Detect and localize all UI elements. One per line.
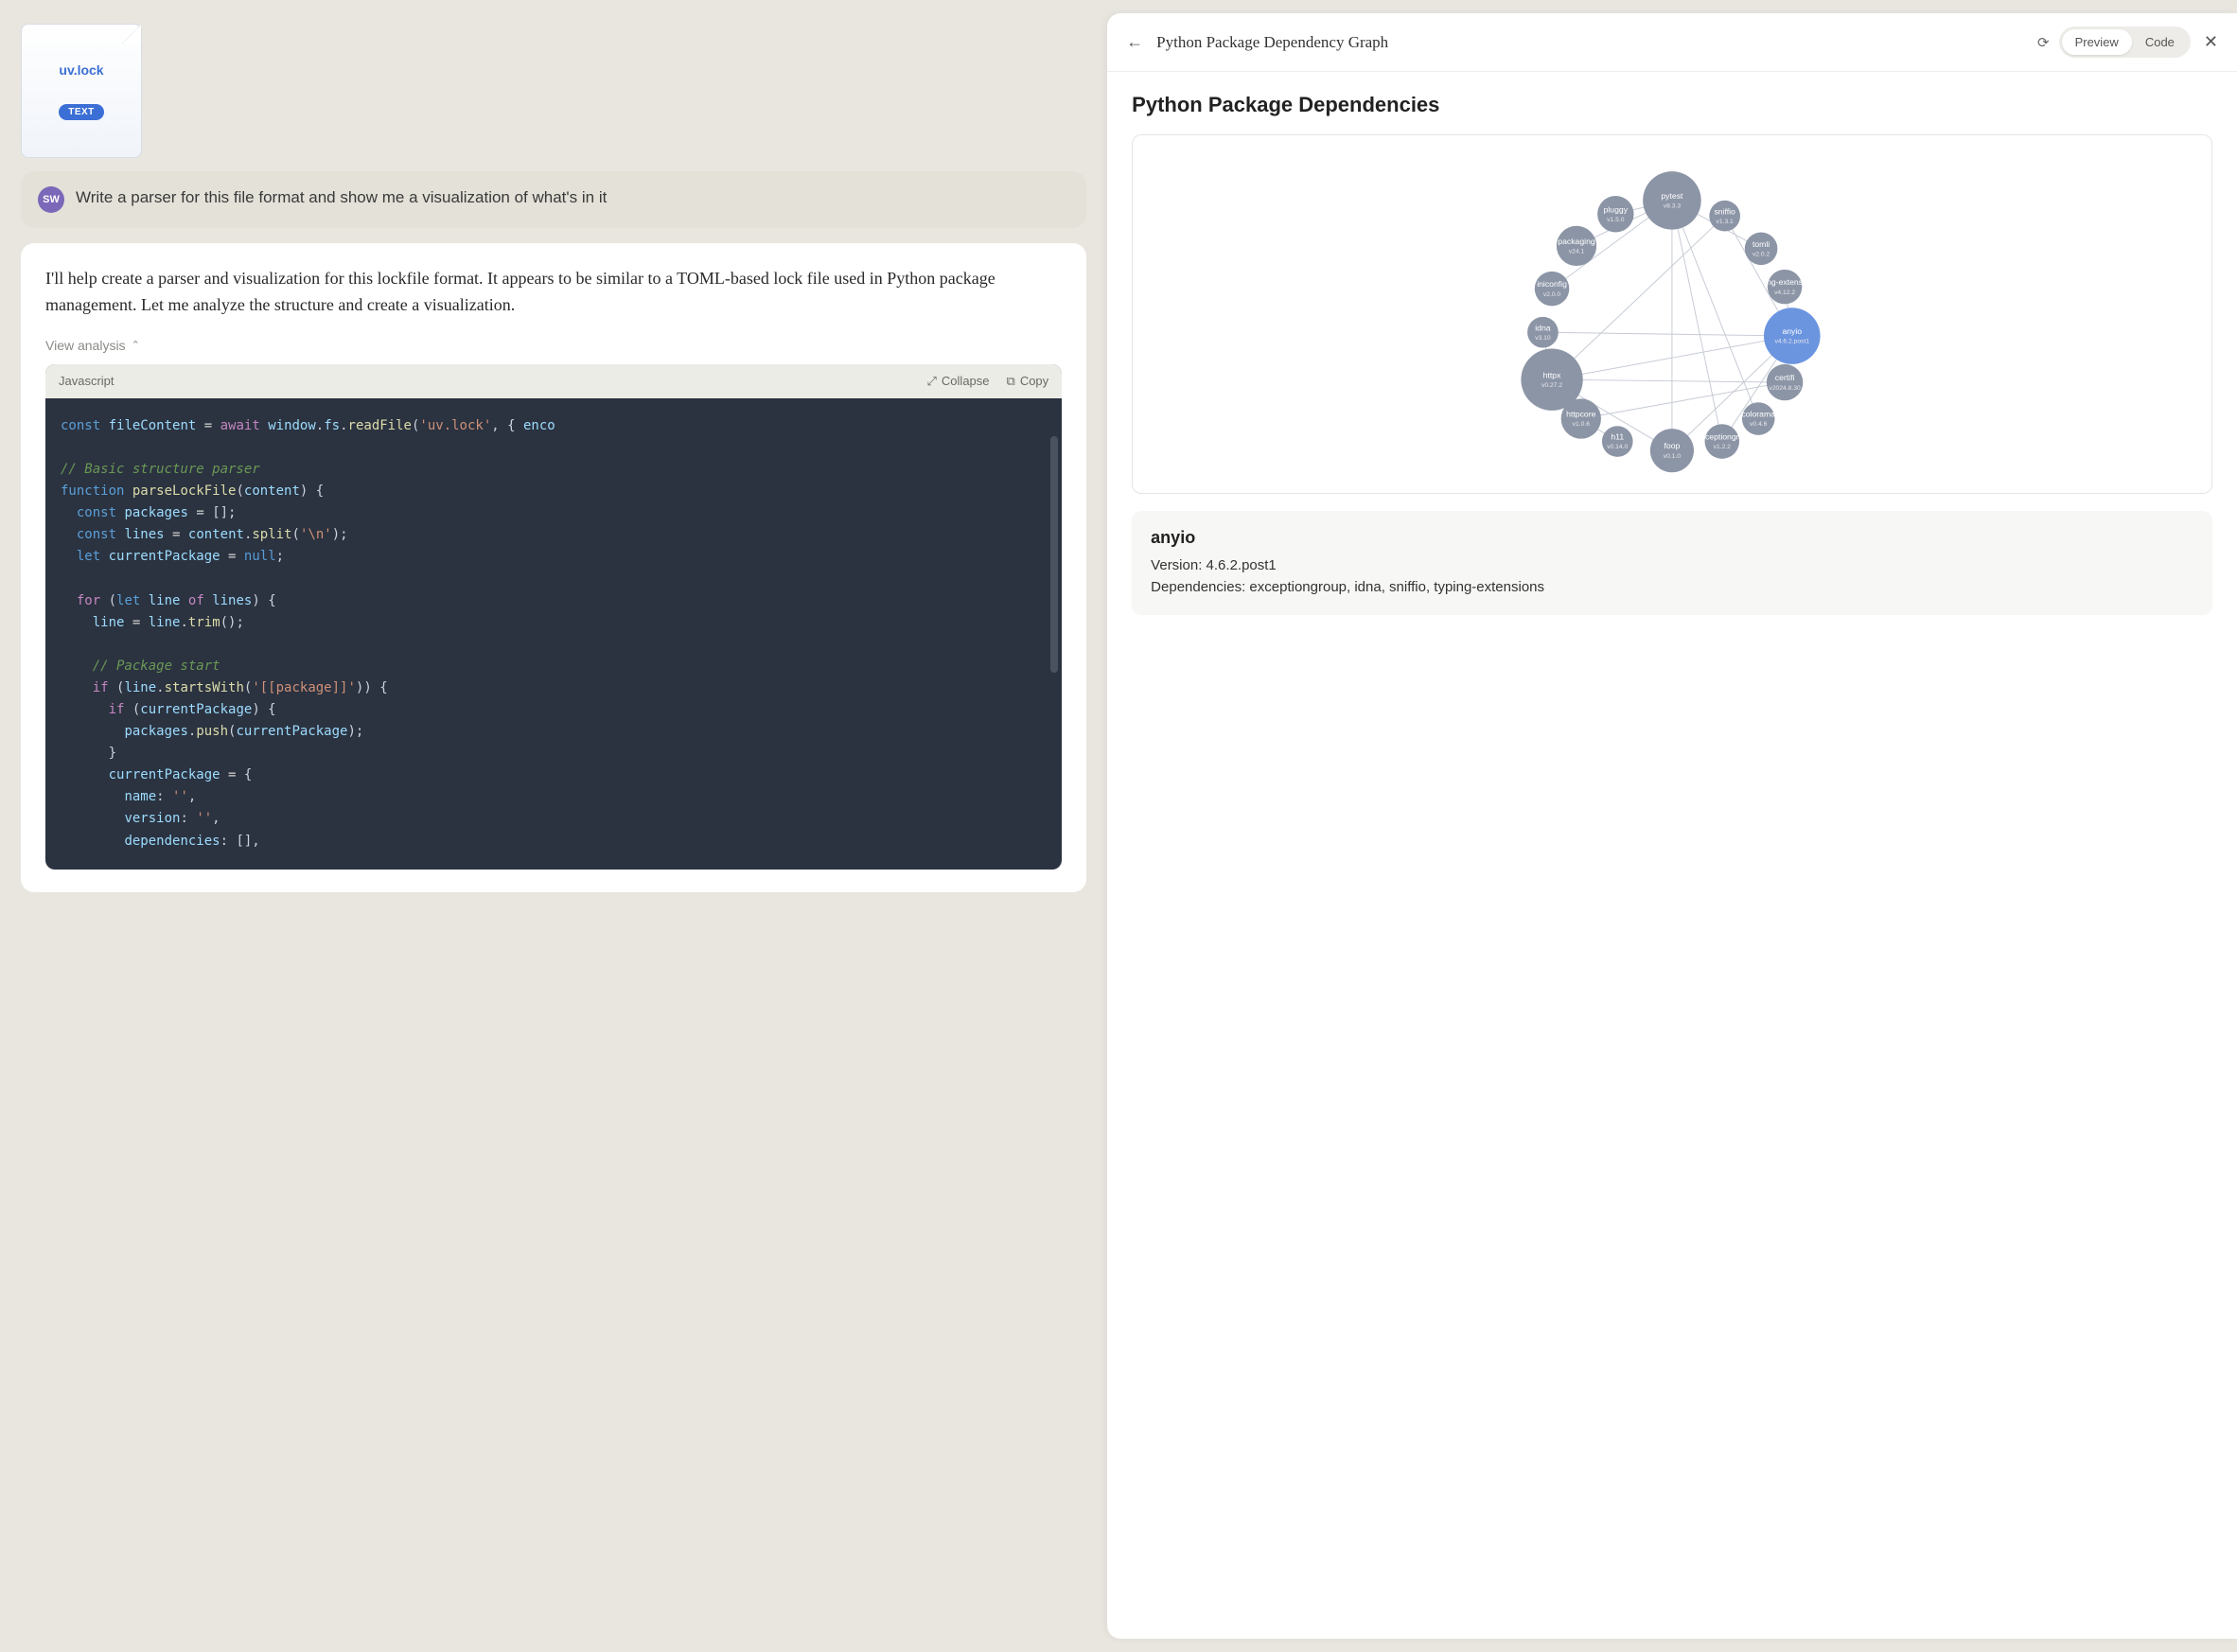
code-tab[interactable]: Code <box>2132 29 2188 55</box>
chat-panel: uv.lock TEXT SW Write a parser for this … <box>0 0 1107 1652</box>
svg-text:v24.1: v24.1 <box>1569 249 1585 255</box>
selected-version: Version: 4.6.2.post1 <box>1151 555 2193 577</box>
preview-tab[interactable]: Preview <box>2062 29 2132 55</box>
svg-text:v0.1.0: v0.1.0 <box>1664 453 1682 460</box>
view-toggle: Preview Code <box>2059 26 2191 58</box>
svg-text:v0.4.6: v0.4.6 <box>1750 421 1768 428</box>
assistant-message: I'll help create a parser and visualizat… <box>21 243 1086 892</box>
collapse-icon: ⤢ <box>927 374 937 389</box>
svg-text:anyio: anyio <box>1783 326 1803 336</box>
svg-text:v1.2.2: v1.2.2 <box>1714 444 1732 450</box>
svg-text:v2.0.2: v2.0.2 <box>1753 251 1770 257</box>
code-block: Javascript ⤢ Collapse ⧉ Copy const fileC… <box>45 364 1062 870</box>
code-lang: Javascript <box>59 374 114 388</box>
svg-text:v2.0.0: v2.0.0 <box>1543 291 1561 298</box>
avatar: SW <box>38 186 64 213</box>
artifact-title: Python Package Dependency Graph <box>1156 33 2024 52</box>
artifact-panel: ← Python Package Dependency Graph ⟳ Prev… <box>1107 13 2237 1639</box>
refresh-icon[interactable]: ⟳ <box>2037 34 2050 51</box>
svg-text:v1.0.6: v1.0.6 <box>1573 421 1591 428</box>
svg-text:certifi: certifi <box>1775 373 1795 382</box>
svg-text:ceptiongr: ceptiongr <box>1705 432 1739 442</box>
svg-text:httpx: httpx <box>1543 370 1561 379</box>
back-icon[interactable]: ← <box>1126 32 1143 52</box>
collapse-button[interactable]: ⤢ Collapse <box>927 374 990 389</box>
package-info: anyio Version: 4.6.2.post1 Dependencies:… <box>1132 511 2212 615</box>
svg-text:v4.12.2: v4.12.2 <box>1774 290 1795 296</box>
assistant-text: I'll help create a parser and visualizat… <box>45 266 1062 319</box>
selected-package-name: anyio <box>1151 528 2193 548</box>
svg-text:v1.3.1: v1.3.1 <box>1717 219 1735 225</box>
code-body[interactable]: const fileContent = await window.fs.read… <box>45 398 1062 870</box>
user-text: Write a parser for this file format and … <box>76 186 607 209</box>
svg-text:v0.27.2: v0.27.2 <box>1541 382 1562 389</box>
svg-text:v4.6.2.post1: v4.6.2.post1 <box>1775 339 1810 345</box>
svg-text:v3.10: v3.10 <box>1535 335 1551 342</box>
svg-text:httpcore: httpcore <box>1566 410 1595 419</box>
artifact-body: Python Package Dependencies pytest v8.3.3… <box>1107 72 2237 636</box>
artifact-header: ← Python Package Dependency Graph ⟳ Prev… <box>1107 13 2237 72</box>
scrollbar[interactable] <box>1050 436 1058 673</box>
svg-text:v0.14.0: v0.14.0 <box>1607 444 1628 450</box>
code-header: Javascript ⤢ Collapse ⧉ Copy <box>45 364 1062 398</box>
svg-text:pytest: pytest <box>1662 191 1684 201</box>
svg-text:foop: foop <box>1665 441 1681 450</box>
svg-text:ng-extens: ng-extens <box>1767 277 1804 287</box>
file-name: uv.lock <box>59 62 103 78</box>
svg-text:pluggy: pluggy <box>1604 204 1629 214</box>
file-type-badge: TEXT <box>59 104 104 120</box>
view-analysis-label: View analysis <box>45 338 126 353</box>
svg-text:h11: h11 <box>1612 432 1625 442</box>
svg-text:iniconfig: iniconfig <box>1537 279 1567 289</box>
svg-text:v1.5.0: v1.5.0 <box>1607 217 1625 223</box>
svg-text:packaging: packaging <box>1558 237 1595 246</box>
selected-deps: Dependencies: exceptiongroup, idna, snif… <box>1151 577 2193 599</box>
svg-text:idna: idna <box>1535 323 1551 332</box>
chevron-up-icon: ⌃ <box>132 339 140 351</box>
page-title: Python Package Dependencies <box>1132 93 2212 117</box>
file-attachment[interactable]: uv.lock TEXT <box>21 24 142 158</box>
dependency-graph[interactable]: pytest v8.3.3 pluggy v1.5.0 sniffio v1.3.1 pac… <box>1132 134 2212 494</box>
svg-text:sniffio: sniffio <box>1715 206 1736 216</box>
svg-text:colorama: colorama <box>1742 410 1776 419</box>
clipboard-icon: ⧉ <box>1007 374 1015 389</box>
view-analysis-toggle[interactable]: View analysis ⌃ <box>45 338 1062 353</box>
svg-text:tomli: tomli <box>1753 239 1770 249</box>
copy-button[interactable]: ⧉ Copy <box>1007 374 1049 389</box>
close-icon[interactable]: ✕ <box>2204 32 2218 52</box>
svg-text:v2024.8.30: v2024.8.30 <box>1770 385 1802 392</box>
svg-text:v8.3.3: v8.3.3 <box>1664 203 1682 210</box>
user-message: SW Write a parser for this file format a… <box>21 171 1086 228</box>
